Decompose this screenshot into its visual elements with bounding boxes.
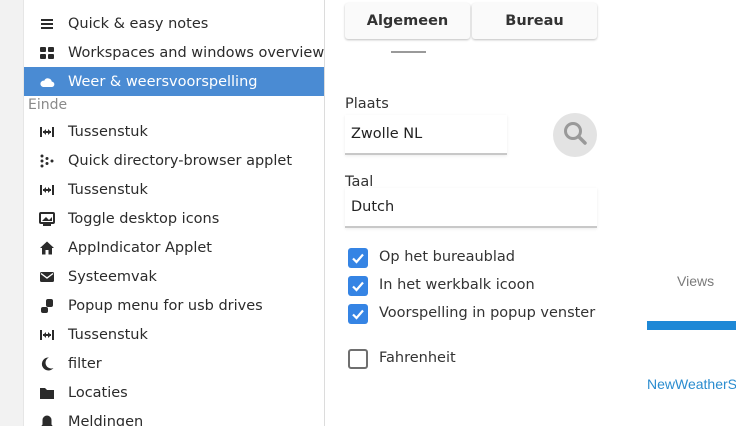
checkbox-label[interactable]: Fahrenheit [379,350,456,366]
usb-icon [24,298,68,314]
list-item-label: Tussenstuk [68,123,148,140]
spacer-icon [24,327,68,343]
checkbox-checked-box [348,248,368,268]
place-input[interactable]: Zwolle NL [345,115,507,155]
list-item-toggle-desktop[interactable]: Toggle desktop icons [24,204,324,233]
weather-settings-panel: Algemeen Bureau Plaats Zwolle NL Taal Du… [325,0,647,426]
list-item-spacer[interactable]: Tussenstuk [24,320,324,349]
list-item-label: Systeemvak [68,268,157,285]
checkbox-label[interactable]: Voorspelling in popup venster [379,305,595,321]
applet-list: Quick & easy notes Workspaces and window… [23,0,325,426]
checkbox-checked-box [348,304,368,324]
list-item-label: Tussenstuk [68,326,148,343]
cloud-icon [24,74,68,90]
background-views-label: Views [677,273,715,289]
list-item-label: Weer & weersvoorspelling [68,73,258,90]
list-item-label: Quick & easy notes [68,15,209,32]
dots-icon [24,153,68,169]
checkbox-on-desktop[interactable] [348,247,370,269]
checkbox-label[interactable]: In het werkbalk icoon [379,277,535,293]
checkbox-label[interactable]: Op het bureaublad [379,249,515,265]
tab-desktop[interactable]: Bureau [472,3,597,39]
list-item-filter[interactable]: filter [24,349,324,378]
list-item-label: Quick directory-browser applet [68,152,293,169]
checkbox-unchecked-box [348,349,368,369]
tab-indicator [391,51,426,53]
list-item-label: Tussenstuk [68,181,148,198]
checkmark-icon [352,309,364,320]
spacer-icon [24,124,68,140]
envelope-icon [24,269,68,285]
list-item-label: filter [68,355,102,372]
checkbox-fahrenheit[interactable] [348,348,370,370]
spacer-icon [24,182,68,198]
desktop-icon [24,211,68,227]
list-icon [24,16,68,32]
list-item-spacer[interactable]: Tussenstuk [24,175,324,204]
list-item-spacer[interactable]: Tussenstuk [24,117,324,146]
folder-icon [24,385,68,401]
workspaces-icon [24,45,68,61]
bell-icon [24,414,68,426]
list-item-label: Workspaces and windows overview [68,44,325,61]
checkbox-toolbar-icon[interactable] [348,275,370,297]
search-icon [562,120,588,150]
list-item-notifications[interactable]: Meldingen [24,407,324,426]
checkbox-checked-box [348,276,368,296]
list-item-directory-browser[interactable]: Quick directory-browser applet [24,146,324,175]
place-input-value: Zwolle NL [351,126,423,142]
background-page [647,0,736,426]
list-item-label: Popup menu for usb drives [68,297,263,314]
list-item-label: AppIndicator Applet [68,239,212,256]
background-accent-bar [647,321,736,330]
home-icon [24,240,68,256]
checkmark-icon [352,253,364,264]
background-link[interactable]: NewWeatherSn [647,376,736,392]
list-item-weather[interactable]: Weer & weersvoorspelling [24,67,324,96]
list-item-label: Toggle desktop icons [68,210,220,227]
list-item-label: Locaties [68,384,128,401]
place-label: Plaats [345,96,389,112]
language-input-value: Dutch [351,199,395,215]
moon-icon [24,356,68,372]
list-item-label: Meldingen [68,413,144,426]
list-item-workspaces[interactable]: Workspaces and windows overview [24,38,325,67]
list-item-locations[interactable]: Locaties [24,378,324,407]
checkmark-icon [352,281,364,292]
search-button[interactable] [553,113,597,157]
list-item-appindicator[interactable]: AppIndicator Applet [24,233,324,262]
checkbox-popup-forecast[interactable] [348,303,370,325]
list-item-systray[interactable]: Systeemvak [24,262,324,291]
tab-general[interactable]: Algemeen [345,3,470,39]
section-label-end: Einde [28,97,68,113]
list-item-quick-notes[interactable]: Quick & easy notes [24,9,324,38]
language-input[interactable]: Dutch [345,188,597,228]
list-item-usb-drives[interactable]: Popup menu for usb drives [24,291,324,320]
